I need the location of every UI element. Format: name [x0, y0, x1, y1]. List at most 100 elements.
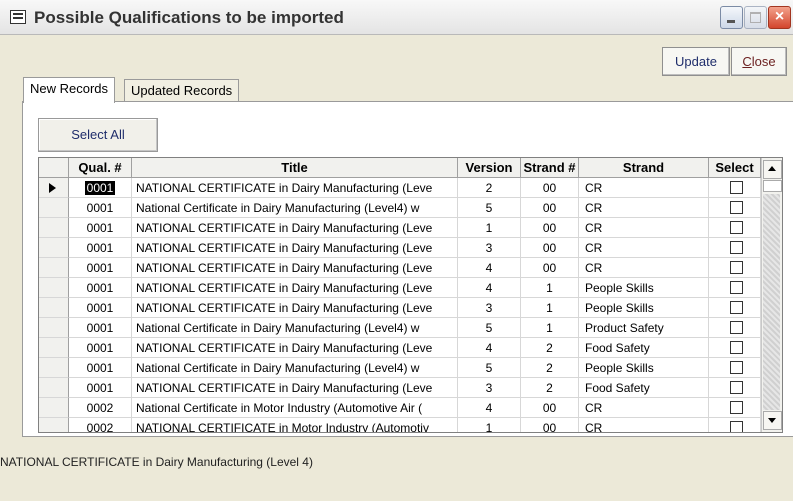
cell-select[interactable]: [709, 398, 761, 418]
cell-qual[interactable]: 0001: [69, 298, 132, 318]
maximize-button[interactable]: [744, 6, 767, 29]
row-selector[interactable]: [39, 318, 69, 338]
cell-version[interactable]: 4: [458, 338, 521, 358]
table-row[interactable]: 0001 NATIONAL CERTIFICATE in Dairy Manufa…: [39, 298, 761, 318]
cell-qual[interactable]: 0001: [69, 358, 132, 378]
header-title[interactable]: Title: [132, 158, 458, 178]
cell-version[interactable]: 1: [458, 218, 521, 238]
row-selector[interactable]: [39, 298, 69, 318]
table-row[interactable]: 0001 NATIONAL CERTIFICATE in Dairy Manufa…: [39, 278, 761, 298]
cell-select[interactable]: [709, 178, 761, 198]
cell-title[interactable]: NATIONAL CERTIFICATE in Dairy Manufactur…: [132, 298, 458, 318]
row-selector[interactable]: [39, 278, 69, 298]
cell-select[interactable]: [709, 338, 761, 358]
table-row[interactable]: 0002 NATIONAL CERTIFICATE in Motor Indust…: [39, 418, 761, 432]
cell-select[interactable]: [709, 258, 761, 278]
table-row[interactable]: 0001 National Certificate in Dairy Manufa…: [39, 358, 761, 378]
select-checkbox[interactable]: [730, 341, 743, 354]
cell-select[interactable]: [709, 298, 761, 318]
table-row[interactable]: 0002 National Certificate in Motor Indust…: [39, 398, 761, 418]
header-row-selector[interactable]: [39, 158, 69, 178]
cell-select[interactable]: [709, 378, 761, 398]
cell-title[interactable]: NATIONAL CERTIFICATE in Dairy Manufactur…: [132, 278, 458, 298]
cell-strand[interactable]: CR: [579, 178, 709, 198]
cell-version[interactable]: 2: [458, 178, 521, 198]
cell-title[interactable]: NATIONAL CERTIFICATE in Dairy Manufactur…: [132, 338, 458, 358]
row-selector[interactable]: [39, 358, 69, 378]
window-close-button[interactable]: ×: [768, 6, 791, 29]
cell-qual[interactable]: 0001: [69, 198, 132, 218]
update-button[interactable]: Update: [662, 47, 730, 76]
cell-qual[interactable]: 0001: [69, 178, 132, 198]
cell-strand-number[interactable]: 00: [521, 178, 579, 198]
tab-updated-records[interactable]: Updated Records: [124, 79, 240, 102]
cell-strand[interactable]: CR: [579, 258, 709, 278]
cell-qual[interactable]: 0001: [69, 218, 132, 238]
cell-strand[interactable]: People Skills: [579, 278, 709, 298]
header-select[interactable]: Select: [709, 158, 761, 178]
cell-strand[interactable]: CR: [579, 418, 709, 432]
cell-version[interactable]: 1: [458, 418, 521, 432]
cell-qual[interactable]: 0002: [69, 398, 132, 418]
table-row[interactable]: 0001 NATIONAL CERTIFICATE in Dairy Manufa…: [39, 338, 761, 358]
row-selector[interactable]: [39, 218, 69, 238]
cell-qual[interactable]: 0001: [69, 278, 132, 298]
cell-version[interactable]: 5: [458, 198, 521, 218]
select-checkbox[interactable]: [730, 301, 743, 314]
table-row[interactable]: 0001 NATIONAL CERTIFICATE in Dairy Manufa…: [39, 378, 761, 398]
cell-qual[interactable]: 0002: [69, 418, 132, 432]
cell-title[interactable]: NATIONAL CERTIFICATE in Dairy Manufactur…: [132, 378, 458, 398]
header-version[interactable]: Version: [458, 158, 521, 178]
cell-version[interactable]: 3: [458, 298, 521, 318]
cell-strand-number[interactable]: 00: [521, 238, 579, 258]
scroll-up-icon[interactable]: [763, 160, 782, 179]
table-row[interactable]: 0001 NATIONAL CERTIFICATE in Dairy Manufa…: [39, 218, 761, 238]
row-selector[interactable]: [39, 378, 69, 398]
select-checkbox[interactable]: [730, 221, 743, 234]
minimize-button[interactable]: [720, 6, 743, 29]
cell-strand-number[interactable]: 00: [521, 398, 579, 418]
cell-strand[interactable]: CR: [579, 238, 709, 258]
cell-title[interactable]: National Certificate in Dairy Manufactur…: [132, 198, 458, 218]
tab-new-records[interactable]: New Records: [23, 77, 116, 103]
cell-strand[interactable]: Food Safety: [579, 338, 709, 358]
row-selector[interactable]: [39, 198, 69, 218]
cell-select[interactable]: [709, 198, 761, 218]
cell-select[interactable]: [709, 278, 761, 298]
row-selector[interactable]: [39, 398, 69, 418]
row-selector[interactable]: [39, 238, 69, 258]
row-selector[interactable]: [39, 338, 69, 358]
cell-qual[interactable]: 0001: [69, 318, 132, 338]
select-checkbox[interactable]: [730, 381, 743, 394]
cell-strand-number[interactable]: 1: [521, 318, 579, 338]
cell-strand[interactable]: CR: [579, 198, 709, 218]
close-button[interactable]: Close: [731, 47, 787, 76]
row-selector[interactable]: [39, 418, 69, 432]
cell-select[interactable]: [709, 218, 761, 238]
cell-strand[interactable]: Product Safety: [579, 318, 709, 338]
table-row[interactable]: 0001 National Certificate in Dairy Manufa…: [39, 318, 761, 338]
cell-title[interactable]: National Certificate in Motor Industry (…: [132, 398, 458, 418]
cell-strand-number[interactable]: 1: [521, 298, 579, 318]
select-checkbox[interactable]: [730, 361, 743, 374]
table-row[interactable]: 0001 NATIONAL CERTIFICATE in Dairy Manufa…: [39, 258, 761, 278]
cell-strand-number[interactable]: 00: [521, 218, 579, 238]
cell-qual[interactable]: 0001: [69, 258, 132, 278]
select-checkbox[interactable]: [730, 321, 743, 334]
table-row[interactable]: 0001 NATIONAL CERTIFICATE in Dairy Manufa…: [39, 238, 761, 258]
table-row[interactable]: 0001 National Certificate in Dairy Manufa…: [39, 198, 761, 218]
select-checkbox[interactable]: [730, 281, 743, 294]
cell-strand[interactable]: People Skills: [579, 298, 709, 318]
cell-strand-number[interactable]: 00: [521, 258, 579, 278]
cell-version[interactable]: 4: [458, 278, 521, 298]
cell-strand[interactable]: People Skills: [579, 358, 709, 378]
cell-select[interactable]: [709, 418, 761, 432]
select-checkbox[interactable]: [730, 181, 743, 194]
cell-version[interactable]: 5: [458, 318, 521, 338]
cell-version[interactable]: 4: [458, 258, 521, 278]
cell-strand-number[interactable]: 2: [521, 378, 579, 398]
select-checkbox[interactable]: [730, 401, 743, 414]
cell-strand-number[interactable]: 2: [521, 338, 579, 358]
select-checkbox[interactable]: [730, 261, 743, 274]
cell-version[interactable]: 3: [458, 378, 521, 398]
